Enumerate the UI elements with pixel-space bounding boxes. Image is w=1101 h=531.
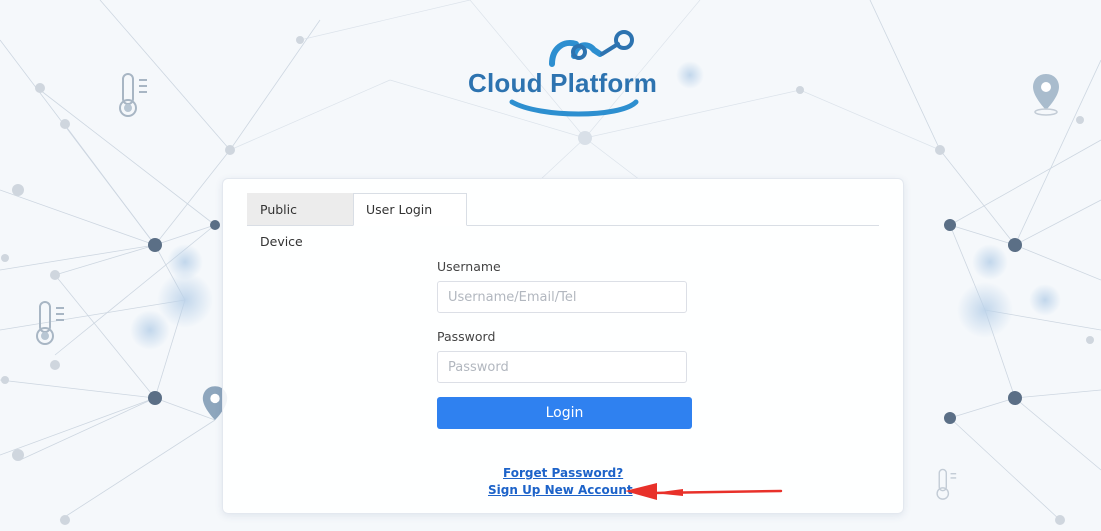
login-button[interactable]: Login [437,397,692,429]
password-input[interactable] [437,351,687,383]
username-label: Username [437,259,501,274]
login-card: Public Device User Login Username Passwo… [222,178,904,514]
forget-password-link[interactable]: Forget Password? [503,466,623,480]
thermometer-icon [936,468,957,500]
annotation-arrow-icon [625,483,783,500]
brand-logo: Cloud Platform [460,30,680,120]
username-input[interactable] [437,281,687,313]
location-pin-icon [1033,74,1059,116]
brand-name: Cloud Platform [468,68,658,98]
password-label: Password [437,329,496,344]
login-tabs: Public Device User Login [247,193,879,249]
sign-up-link[interactable]: Sign Up New Account [488,483,633,497]
thermometer-icon [36,301,64,345]
tab-user-login[interactable]: User Login [353,193,467,226]
login-page: Cloud Platform Public Device User Login … [0,0,1101,531]
tab-public-device[interactable]: Public Device [247,193,353,249]
thermometer-icon [119,73,147,117]
